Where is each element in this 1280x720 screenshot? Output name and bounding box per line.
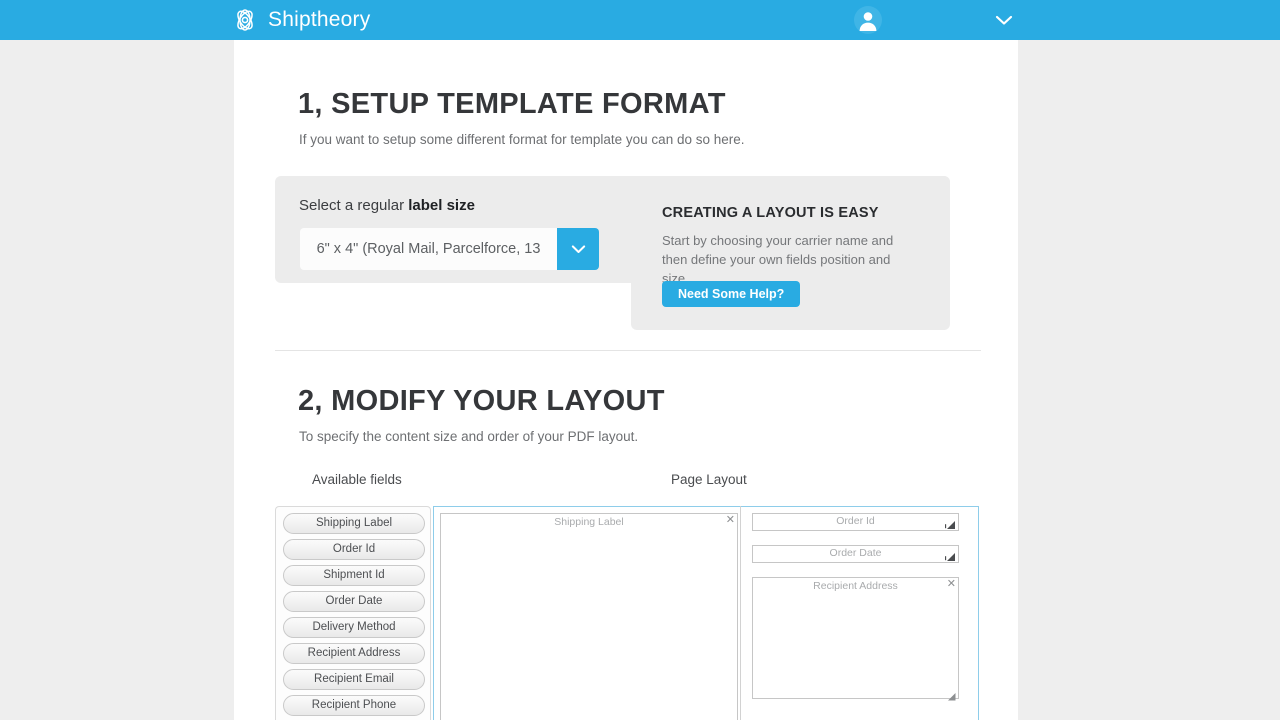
placed-field-order-id[interactable]: Order Id [752,513,959,531]
chevron-down-icon [995,15,1013,25]
user-avatar-icon [854,6,882,34]
label-size-select-arrow[interactable] [557,228,599,270]
section-1-title: 1, SETUP TEMPLATE FORMAT [298,88,726,120]
section-2-subtitle: To specify the content size and order of… [299,429,639,444]
available-fields-panel: Shipping Label Order Id Shipment Id Orde… [275,506,431,720]
available-field-item[interactable]: Shipping Label [283,513,425,534]
placed-field-label: Order Id [836,515,875,527]
section-1-subtitle: If you want to setup some different form… [299,132,745,147]
placed-field-order-date[interactable]: Order Date [752,545,959,563]
promo-title: CREATING A LAYOUT IS EASY [662,205,879,221]
placed-field-label: Shipping Label [554,516,624,528]
label-size-select[interactable]: 6" x 4" (Royal Mail, Parcelforce, 13 [300,228,599,270]
label-size-select-value[interactable]: 6" x 4" (Royal Mail, Parcelforce, 13 [300,228,557,270]
label-size-caption-prefix: Select a regular [299,197,409,214]
account-menu-toggle[interactable] [990,8,1018,32]
label-size-caption: Select a regular label size [299,197,475,214]
available-field-item[interactable]: Order Date [283,591,425,612]
placed-field-label: Order Date [829,547,882,559]
available-field-item[interactable]: Order Id [283,539,425,560]
available-fields-heading: Available fields [312,472,402,487]
available-field-item[interactable]: Recipient Email [283,669,425,690]
close-icon[interactable]: ✕ [947,579,956,590]
top-nav-right-group [0,0,1280,40]
user-avatar[interactable] [853,5,883,35]
available-field-item[interactable]: Shipment Id [283,565,425,586]
section-2-title: 2, MODIFY YOUR LAYOUT [298,385,665,417]
resize-grip-icon[interactable] [947,688,956,701]
layout-column-divider [740,506,741,720]
main-content-container: 1, SETUP TEMPLATE FORMAT If you want to … [234,40,1018,720]
need-help-button[interactable]: Need Some Help? [662,281,801,307]
top-navigation-bar: Shiptheory [0,0,1280,40]
available-field-item[interactable]: Recipient Address [283,643,425,664]
close-icon[interactable]: ✕ [726,515,735,526]
section-divider [275,350,981,351]
placed-field-recipient-address[interactable]: Recipient Address ✕ [752,577,959,701]
available-field-item[interactable]: Recipient Phone [283,695,425,716]
chevron-down-icon [571,245,585,253]
resize-grip-icon[interactable] [944,549,956,561]
page-layout-heading: Page Layout [671,472,747,487]
page-layout-canvas[interactable]: Shipping Label ✕ Order Id Order Date Rec… [433,506,979,720]
promo-text: Start by choosing your carrier name and … [662,233,894,286]
available-field-item[interactable]: Delivery Method [283,617,425,638]
placed-field-label: Recipient Address [813,580,898,592]
label-size-caption-strong: label size [408,197,475,214]
placed-field-shipping-label[interactable]: Shipping Label ✕ [440,513,738,720]
resize-grip-icon[interactable] [944,517,956,529]
